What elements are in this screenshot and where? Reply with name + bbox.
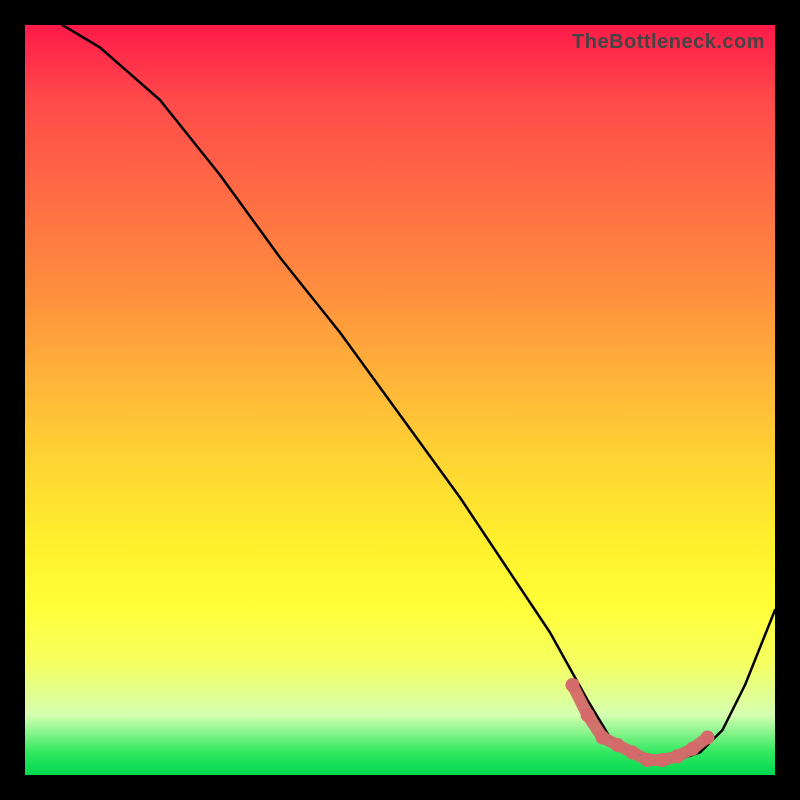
chart-frame: TheBottleneck.com bbox=[25, 25, 775, 775]
chart-svg bbox=[25, 25, 775, 775]
highlight-band bbox=[566, 678, 715, 767]
curve-line bbox=[63, 25, 776, 760]
